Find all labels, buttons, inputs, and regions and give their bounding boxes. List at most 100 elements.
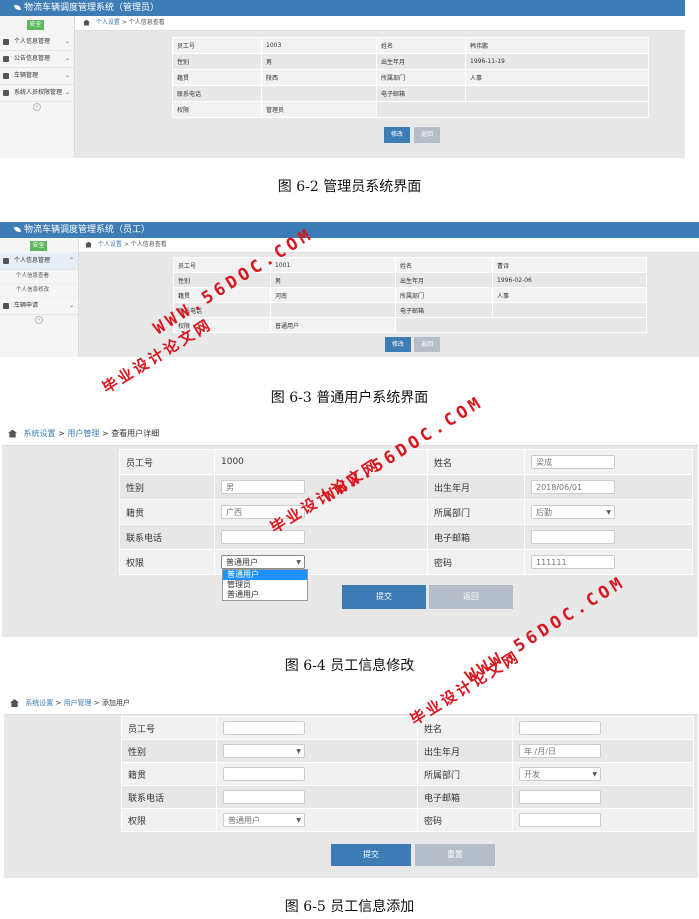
permission-select[interactable]: 普通用户 ▼: [221, 555, 305, 569]
sidebar-item-vehicle-request[interactable]: 车辆申请 ⌄: [0, 298, 78, 315]
password-field[interactable]: 111111: [531, 555, 615, 569]
breadcrumb-link[interactable]: 系统设置: [25, 699, 53, 707]
app-title: 物流车辆调度管理系统（员工）: [24, 225, 151, 235]
dropdown-option[interactable]: 管理员: [223, 580, 307, 590]
caret-down-icon: ▼: [606, 509, 611, 516]
cell-label: 所属部门: [376, 69, 466, 86]
permission-dropdown: 普通用户 管理员 普通用户: [222, 569, 308, 601]
cell-value: 管理员: [261, 101, 377, 118]
sidebar-collapse-button[interactable]: «: [0, 315, 78, 325]
field-label: 密码: [427, 549, 525, 575]
breadcrumb-link[interactable]: 个人设置: [98, 241, 122, 248]
main-content: 个人设置 > 个人信息查看 员工号 1003 姓名 韩伟鹏 性别男出生年月 1996-1…: [75, 16, 685, 158]
field-label: 所属部门: [427, 499, 525, 525]
breadcrumb: 个人设置 > 个人信息查看: [85, 239, 167, 251]
chevron-down-icon: ⌄: [64, 72, 70, 79]
submit-button[interactable]: 提交: [331, 844, 411, 866]
dropdown-option[interactable]: 普通用户: [223, 590, 307, 600]
submit-button[interactable]: 提交: [342, 585, 426, 609]
app-title: 物流车辆调度管理系统（管理员）: [24, 3, 160, 13]
field-label: 权限: [121, 808, 217, 832]
permission-select[interactable]: 普通用户 ▼: [223, 813, 305, 827]
figure-caption: 图 6-4 员工信息修改: [284, 658, 415, 674]
home-icon: [85, 241, 92, 248]
tag-icon: [3, 258, 9, 264]
phone-field[interactable]: [223, 790, 305, 804]
emp-no-field[interactable]: [223, 721, 305, 735]
field-label: 籍贯: [119, 499, 215, 525]
submenu-item-edit[interactable]: 个人信息修改: [0, 284, 78, 298]
back-button[interactable]: 返回: [429, 585, 513, 609]
field-label: 权限: [119, 549, 215, 575]
chevron-down-icon: ⌄: [64, 55, 70, 62]
native-place-field[interactable]: [223, 767, 305, 781]
name-field[interactable]: 梁成: [531, 455, 615, 469]
cell-label: 姓名: [376, 37, 466, 54]
edit-icon: [3, 303, 9, 309]
sidebar-item-personal-info[interactable]: 个人信息管理 ⌃: [0, 253, 78, 270]
sidebar-item-label: 车辆申请: [14, 302, 39, 309]
breadcrumb-link[interactable]: 个人设置: [96, 19, 120, 26]
sidebar-item-vehicles[interactable]: 车辆管理 ⌄: [0, 68, 74, 85]
field-label: 电子邮箱: [417, 785, 513, 809]
submenu-item-view[interactable]: 个人信息查看: [0, 270, 78, 284]
cell-value: 曹诗: [492, 257, 647, 273]
name-field[interactable]: [519, 721, 601, 735]
app-title-bar: 物流车辆调度管理系统（管理员）: [0, 0, 699, 16]
department-selected: 开发: [524, 770, 540, 779]
reset-button[interactable]: 重置: [415, 844, 495, 866]
breadcrumb: 系统设置 > 用户管理 > 查看用户详细: [8, 428, 159, 439]
exit-button[interactable]: 安全: [30, 241, 47, 251]
sidebar-item-announcements[interactable]: 公告信息管理 ⌄: [0, 51, 74, 68]
permission-selected: 普通用户: [226, 558, 258, 567]
email-field[interactable]: [519, 790, 601, 804]
sidebar-item-permissions[interactable]: 系统人员权限管理 ⌄: [0, 85, 74, 102]
sidebar-collapse-button[interactable]: «: [0, 102, 74, 112]
dropdown-option[interactable]: 普通用户: [223, 570, 307, 580]
field-label: 联系电话: [121, 785, 217, 809]
home-icon: [10, 699, 19, 707]
cell-label: 电子邮箱: [376, 85, 466, 102]
modify-button[interactable]: 修改: [384, 127, 410, 143]
home-icon: [83, 19, 90, 26]
chevron-up-icon: ⌃: [68, 257, 74, 264]
field-label: 员工号: [119, 449, 215, 475]
sidebar: 安全 个人信息管理 ⌃ 个人信息查看 个人信息修改 车辆申请 ⌄ «: [0, 238, 79, 357]
breadcrumb-link[interactable]: 用户管理: [64, 699, 92, 707]
breadcrumb-current: 添加用户: [101, 699, 130, 707]
password-field[interactable]: [519, 813, 601, 827]
cell-label: 员工号: [172, 37, 262, 54]
collapse-icon: «: [33, 103, 41, 111]
back-button[interactable]: 返回: [414, 337, 440, 352]
cell-label: 联系电话: [172, 85, 262, 102]
collapse-icon: «: [35, 316, 43, 324]
gender-select[interactable]: ▼: [223, 744, 305, 758]
back-button[interactable]: 返回: [414, 127, 440, 143]
department-select[interactable]: 后勤 ▼: [531, 505, 615, 519]
chevron-down-icon: ⌄: [64, 38, 70, 45]
modify-button[interactable]: 修改: [385, 337, 411, 352]
tag-icon: [3, 39, 9, 45]
field-label: 姓名: [427, 449, 525, 475]
sidebar-item-label: 系统人员权限管理: [14, 89, 63, 96]
sidebar-item-personal-info[interactable]: 个人信息管理 ⌄: [0, 34, 74, 51]
cell-value: 韩伟鹏: [465, 37, 649, 54]
department-select[interactable]: 开发 ▼: [519, 767, 601, 781]
breadcrumb-link[interactable]: 用户管理: [67, 429, 99, 438]
leaf-logo-icon: [14, 227, 21, 232]
cell-value: [261, 85, 377, 102]
exit-button[interactable]: 安全: [27, 20, 44, 30]
birth-date-field[interactable]: 2018/06/01: [531, 480, 615, 494]
field-label: 出生年月: [427, 474, 525, 500]
birth-date-field[interactable]: 年 /月/日: [519, 744, 601, 758]
email-field[interactable]: [531, 530, 615, 544]
sidebar-item-label: 个人信息管理: [14, 257, 51, 264]
breadcrumb: 个人设置 > 个人信息查看: [83, 17, 165, 29]
cell-label: 出生年月: [395, 272, 493, 288]
phone-field[interactable]: [221, 530, 305, 544]
breadcrumb-current: 查看用户详细: [111, 429, 160, 438]
breadcrumb-link[interactable]: 系统设置: [24, 429, 56, 438]
figure-user-interface: 物流车辆调度管理系统（员工） 安全 个人信息管理 ⌃ 个人信息查看 个人信息修改 …: [0, 222, 699, 357]
breadcrumb-current: 个人信息查看: [130, 241, 167, 248]
gender-field[interactable]: 男: [221, 480, 305, 494]
